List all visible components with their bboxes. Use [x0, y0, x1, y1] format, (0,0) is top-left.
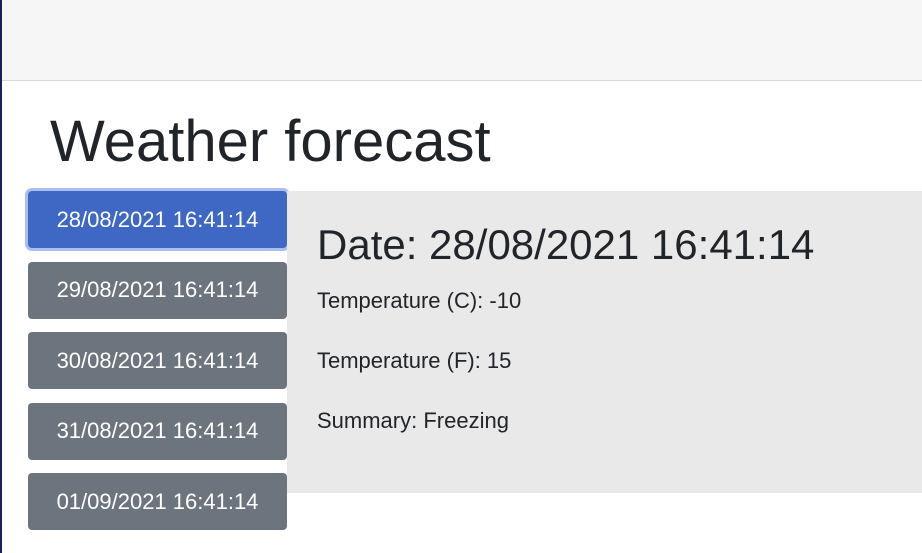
forecast-date-button-0[interactable]: 28/08/2021 16:41:14: [28, 191, 287, 248]
page-title: Weather forecast: [50, 109, 491, 174]
forecast-date-button-4[interactable]: 01/09/2021 16:41:14: [28, 473, 287, 530]
top-navbar: [2, 0, 922, 81]
forecast-detail-panel: Date: 28/08/2021 16:41:14 Temperature (C…: [287, 191, 922, 493]
forecast-date-button-1[interactable]: 29/08/2021 16:41:14: [28, 261, 287, 319]
forecast-date-button-2[interactable]: 30/08/2021 16:41:14: [28, 332, 287, 389]
temperature-f-text: Temperature (F): 15: [317, 348, 512, 373]
temperature-c-text: Temperature (C): -10: [317, 288, 522, 313]
forecast-date-list: 28/08/2021 16:41:14 29/08/2021 16:41:14 …: [28, 191, 287, 544]
window-left-border: [0, 0, 2, 553]
forecast-date-button-3[interactable]: 31/08/2021 16:41:14: [28, 402, 287, 460]
detail-date-heading: Date: 28/08/2021 16:41:14: [317, 221, 815, 268]
summary-text: Summary: Freezing: [317, 408, 509, 433]
